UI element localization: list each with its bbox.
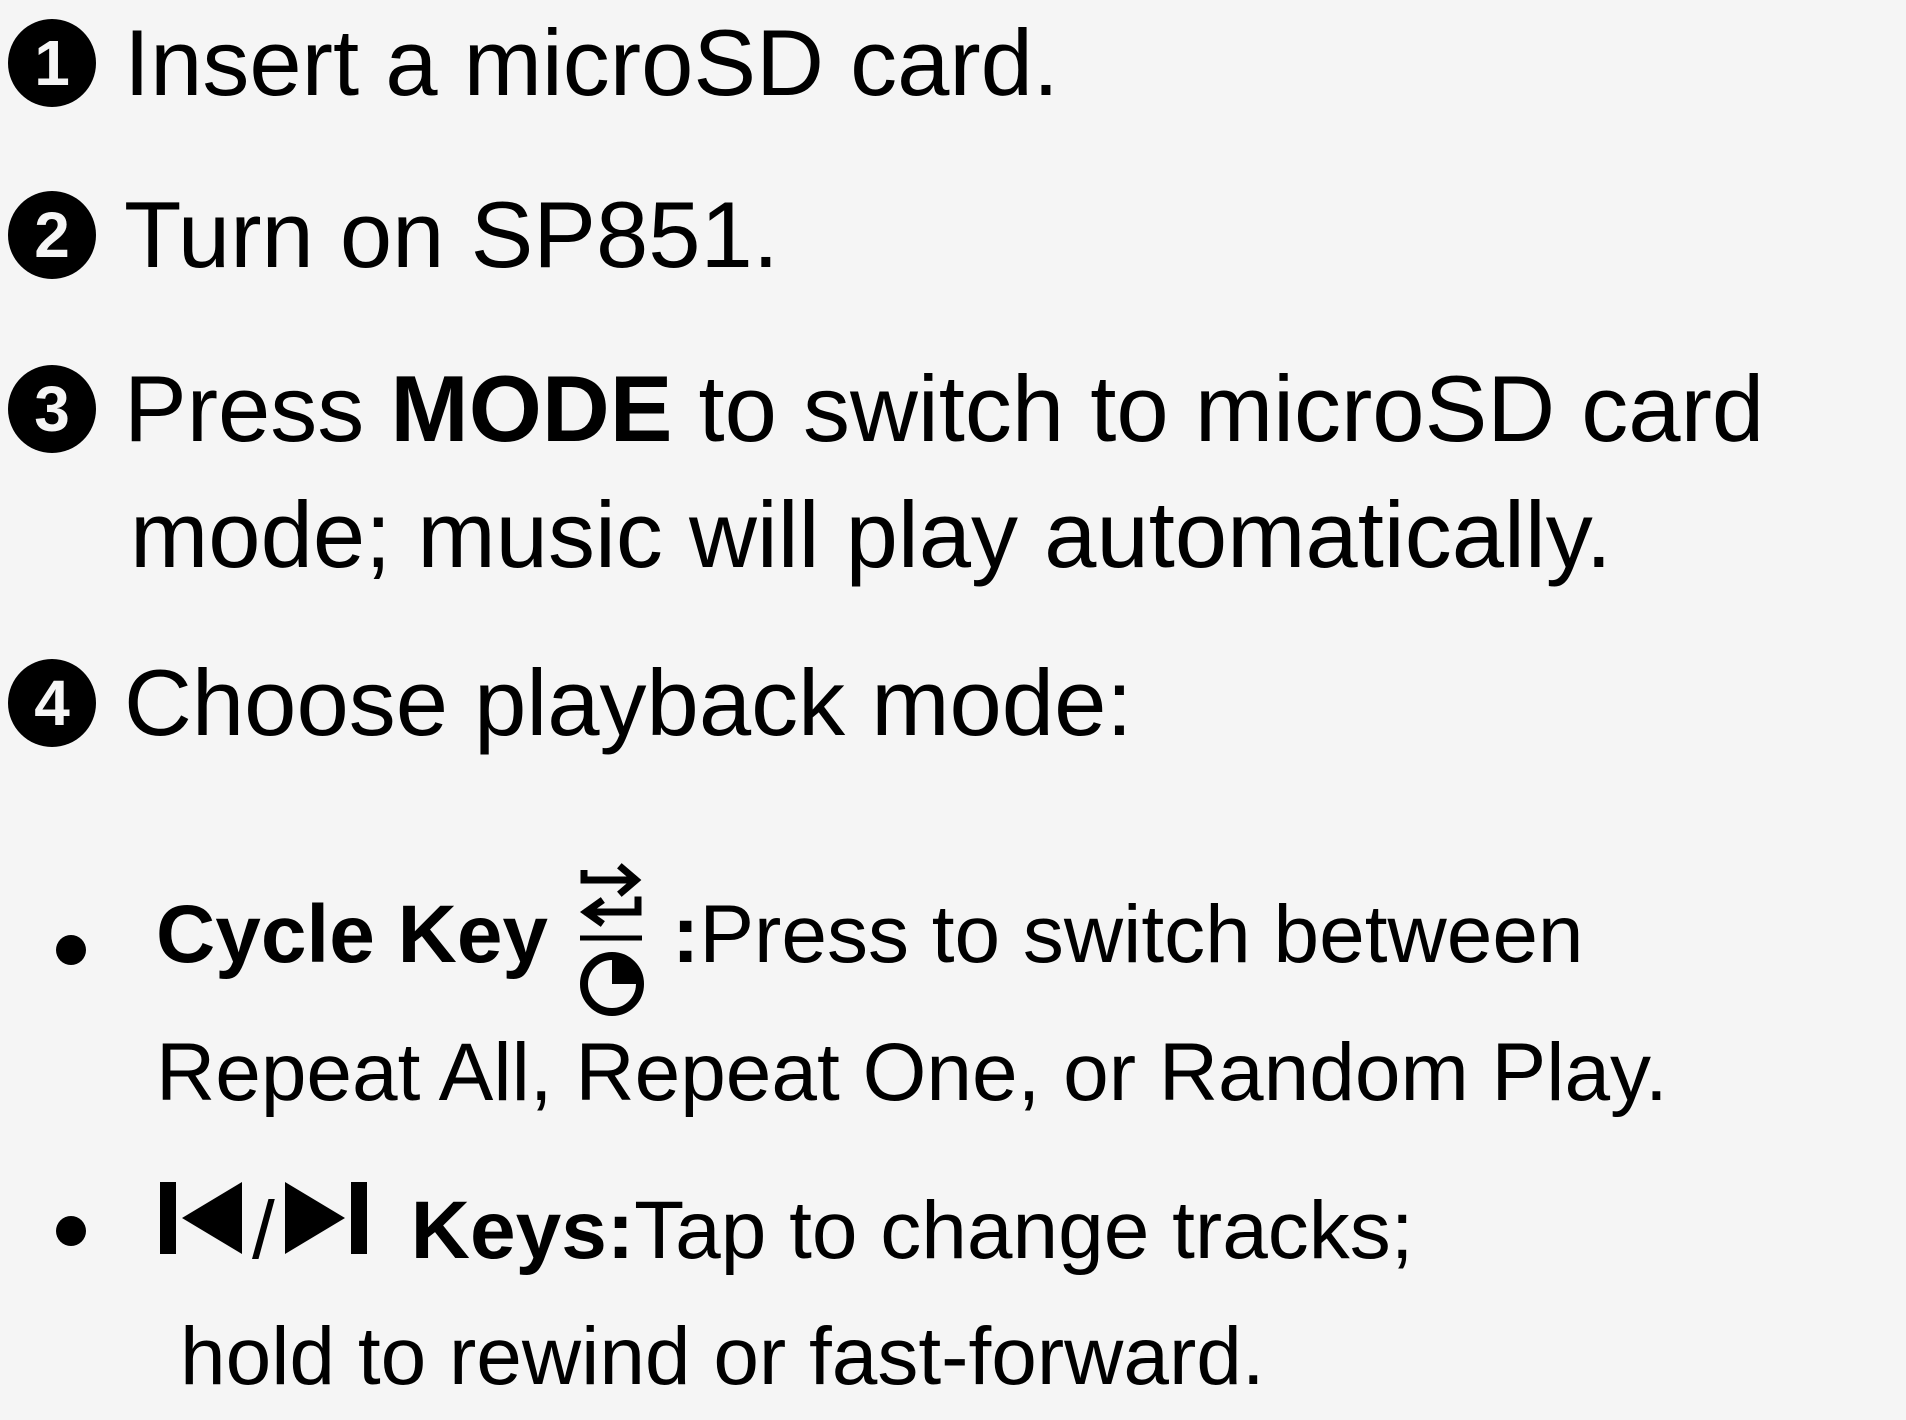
step-text: Choose playback mode: [124, 650, 1133, 755]
cycle-repeat-clock-icon [576, 846, 646, 1036]
bullet-dot [56, 1216, 86, 1246]
step-number-badge: 2 [8, 191, 96, 279]
cycle-key-separator: : [672, 889, 700, 980]
step-number-badge: 4 [8, 659, 96, 747]
bullet-body: / Keys: Tap to change tracks; hold to re… [156, 1168, 1414, 1420]
mode-key-label: MODE [390, 356, 673, 461]
step-1: 1 Insert a microSD card. [8, 0, 1059, 126]
track-keys-continuation: hold to rewind or fast-forward. [180, 1311, 1265, 1402]
step-text: Press MODE to switch to microSD card mod… [124, 346, 1764, 598]
step-2: 2 Turn on SP851. [8, 172, 779, 298]
step-text-continuation: mode; music will play automatically. [130, 482, 1612, 587]
next-track-icon [281, 1168, 371, 1294]
bullet-dot [56, 935, 86, 965]
step-3: 3 Press MODE to switch to microSD card m… [8, 346, 1764, 598]
step-4: 4 Choose playback mode: [8, 640, 1132, 766]
step-text-after: to switch to microSD card [672, 356, 1765, 461]
cycle-key-text: Press to switch between [699, 889, 1584, 980]
bullet-cycle-key: Cycle Key : Press to switch between Repe [56, 840, 1856, 1120]
bullet-track-keys: / Keys: Tap to change tracks; hold to re… [56, 1168, 1856, 1402]
step-text-before: Press [124, 356, 391, 461]
bullet-body: Cycle Key : Press to switch between Repe [156, 840, 1668, 1136]
previous-track-icon [156, 1168, 246, 1294]
cycle-key-continuation: Repeat All, Repeat One, or Random Play. [156, 1027, 1668, 1118]
step-text: Turn on SP851. [124, 182, 779, 287]
step-number-badge: 1 [8, 19, 96, 107]
step-number-badge: 3 [8, 365, 96, 453]
step-text: Insert a microSD card. [124, 10, 1060, 115]
cycle-key-label: Cycle Key [156, 889, 549, 980]
track-keys-text: Tap to change tracks; [634, 1185, 1414, 1276]
track-keys-slash: / [252, 1185, 275, 1276]
track-keys-label: Keys: [410, 1185, 635, 1276]
